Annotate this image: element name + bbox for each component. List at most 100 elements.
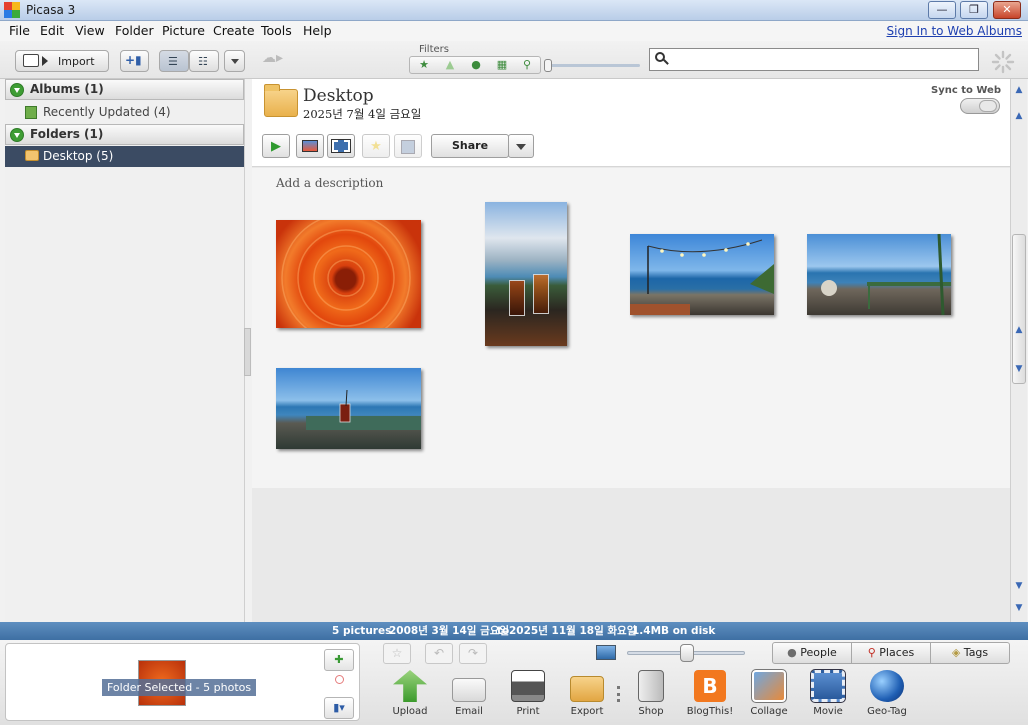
blogger-icon: B bbox=[694, 670, 726, 702]
pin-filter-icon[interactable]: ⚲ bbox=[516, 58, 538, 72]
star-button[interactable]: ★ bbox=[362, 134, 390, 158]
share-button[interactable]: Share bbox=[431, 134, 509, 158]
rotate-right-button[interactable]: ↷ bbox=[459, 643, 487, 664]
flat-view-button[interactable]: ☰ bbox=[159, 50, 189, 72]
scroll-down-icon[interactable]: ▼ bbox=[1012, 579, 1026, 593]
geotag-button[interactable]: Geo-Tag bbox=[861, 670, 913, 717]
menu-help[interactable]: Help bbox=[303, 23, 332, 38]
scroll-page-down-icon[interactable]: ▼ bbox=[1012, 362, 1026, 376]
date-filter-slider-handle[interactable] bbox=[544, 59, 552, 72]
upload-filter-icon[interactable]: ▲ bbox=[439, 58, 461, 72]
places-button[interactable]: ⚲ Places bbox=[851, 642, 931, 664]
star-filter-icon[interactable]: ★ bbox=[413, 58, 435, 72]
divider bbox=[617, 686, 620, 702]
tags-button[interactable]: ◈ Tags bbox=[930, 642, 1010, 664]
scroll-top-icon[interactable]: ▲ bbox=[1012, 83, 1026, 97]
tray-album-button[interactable]: ▮▾ bbox=[324, 697, 354, 719]
date-filter-slider[interactable] bbox=[545, 64, 640, 67]
add-to-album-button[interactable]: +▮ bbox=[120, 50, 149, 72]
folder-icon bbox=[264, 84, 298, 117]
folders-label: Folders (1) bbox=[30, 127, 104, 141]
tray-star-button[interactable]: ☆ bbox=[383, 643, 411, 664]
title-bar: Picasa 3 — ❐ ✕ bbox=[0, 0, 1028, 21]
maximize-button[interactable]: ❐ bbox=[960, 1, 988, 19]
slideshow-button[interactable]: ▶ bbox=[262, 134, 290, 158]
photo-edit-icon bbox=[302, 140, 318, 152]
import-label: Import bbox=[58, 55, 95, 68]
people-button[interactable]: ● People bbox=[772, 642, 852, 664]
upload-button[interactable]: Upload bbox=[384, 670, 436, 717]
add-description-field[interactable]: Add a description bbox=[276, 176, 383, 190]
disk-usage: 1.4MB on disk bbox=[632, 625, 716, 637]
search-input[interactable] bbox=[649, 48, 979, 71]
collage-button[interactable]: Collage bbox=[743, 669, 795, 717]
create-movie-button[interactable] bbox=[327, 134, 355, 158]
photo-thumbnail[interactable] bbox=[630, 234, 774, 315]
tags-label: Tags bbox=[963, 646, 989, 659]
collapse-albums-icon[interactable] bbox=[10, 83, 24, 97]
menu-view[interactable]: View bbox=[75, 23, 105, 38]
rotate-left-button[interactable]: ↶ bbox=[425, 643, 453, 664]
shop-button[interactable]: Shop bbox=[625, 670, 677, 717]
share-dropdown-button[interactable] bbox=[508, 134, 534, 158]
folder-date[interactable]: 2025년 7월 4일 금요일 bbox=[303, 106, 421, 122]
email-button[interactable]: Email bbox=[443, 670, 495, 717]
tray-clear-icon[interactable] bbox=[335, 675, 344, 684]
film-filter-icon[interactable]: ▦ bbox=[491, 58, 513, 72]
tree-view-icon: ☷ bbox=[198, 55, 208, 68]
vertical-scrollbar[interactable]: ▲ ▲ ▲ ▼ ▼ ▼ bbox=[1010, 79, 1027, 622]
date-range-to: to bbox=[497, 625, 510, 637]
thumbnail-zoom-handle[interactable] bbox=[680, 644, 694, 662]
tag-icon: ◈ bbox=[951, 646, 961, 659]
folder-title[interactable]: Desktop bbox=[303, 86, 374, 106]
map-pin-icon: ⚲ bbox=[867, 646, 876, 659]
shop-label: Shop bbox=[638, 706, 664, 717]
photo-thumbnail[interactable] bbox=[276, 368, 421, 449]
print-button[interactable]: Print bbox=[502, 670, 554, 717]
menu-file[interactable]: File bbox=[9, 23, 30, 38]
view-options-dropdown[interactable] bbox=[224, 50, 245, 72]
tray-hold-button[interactable]: ✚ bbox=[324, 649, 354, 671]
photo-thumbnail[interactable] bbox=[485, 202, 567, 346]
photo-thumbnail[interactable] bbox=[276, 220, 421, 328]
album-recently-updated[interactable]: Recently Updated (4) bbox=[5, 102, 244, 123]
status-bar: 5 pictures 2008년 3월 14일 금요일 to 2025년 11월… bbox=[0, 622, 1028, 640]
save-button[interactable] bbox=[394, 134, 422, 158]
people-sync-icon[interactable]: ☁▸ bbox=[262, 50, 292, 72]
photo-thumbnail[interactable] bbox=[807, 234, 951, 315]
menu-tools[interactable]: Tools bbox=[261, 23, 292, 38]
menu-folder[interactable]: Folder bbox=[115, 23, 154, 38]
blogthis-button[interactable]: B BlogThis! bbox=[684, 670, 736, 717]
filters-group: ★ ▲ ● ▦ ⚲ bbox=[409, 56, 541, 74]
scroll-bottom-icon[interactable]: ▼ bbox=[1012, 601, 1026, 615]
tree-view-button[interactable]: ☷ bbox=[189, 50, 219, 72]
movie-button[interactable]: Movie bbox=[802, 669, 854, 717]
pane-splitter[interactable] bbox=[244, 328, 251, 376]
sync-to-web-toggle[interactable] bbox=[960, 98, 1000, 114]
camera-icon bbox=[23, 54, 39, 67]
chevron-down-icon bbox=[516, 144, 526, 150]
minimize-button[interactable]: — bbox=[928, 1, 956, 19]
albums-header[interactable]: Albums (1) bbox=[5, 79, 244, 100]
export-button[interactable]: Export bbox=[561, 670, 613, 717]
menu-picture[interactable]: Picture bbox=[162, 23, 205, 38]
sign-in-link[interactable]: Sign In to Web Albums bbox=[887, 24, 1023, 38]
menu-edit[interactable]: Edit bbox=[40, 23, 64, 38]
blogthis-label: BlogThis! bbox=[686, 706, 734, 717]
star-icon: ☆ bbox=[391, 646, 403, 660]
close-button[interactable]: ✕ bbox=[993, 1, 1021, 19]
collapse-folders-icon[interactable] bbox=[10, 128, 24, 142]
edit-picture-button[interactable] bbox=[296, 134, 324, 158]
thumbnail-grid: Add a description bbox=[252, 168, 1010, 488]
bottom-panel: Folder Selected - 5 photos ✚ ▮▾ ☆ ↶ ↷ ● … bbox=[0, 640, 1028, 725]
rotate-right-icon: ↷ bbox=[467, 646, 479, 660]
scroll-page-up-icon[interactable]: ▲ bbox=[1012, 323, 1026, 337]
person-filter-icon[interactable]: ● bbox=[465, 58, 487, 72]
folders-header[interactable]: Folders (1) bbox=[5, 124, 244, 145]
folder-item-desktop[interactable]: Desktop (5) bbox=[5, 146, 244, 167]
menu-create[interactable]: Create bbox=[213, 23, 255, 38]
photo-tray: Folder Selected - 5 photos ✚ ▮▾ bbox=[5, 643, 360, 721]
globe-icon bbox=[870, 670, 904, 702]
scroll-up-icon[interactable]: ▲ bbox=[1012, 109, 1026, 123]
import-button[interactable]: Import bbox=[15, 50, 109, 72]
